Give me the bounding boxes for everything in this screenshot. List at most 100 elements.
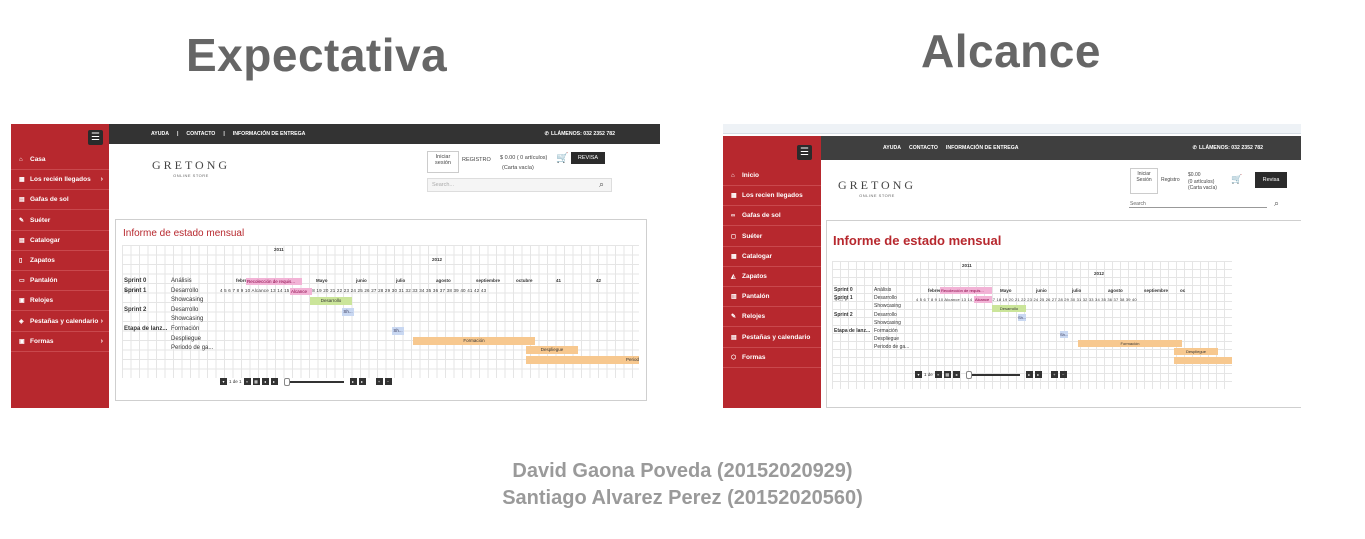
sidebar-item-4[interactable]: ▤ Catalogar [11, 231, 109, 251]
zoom-out-button[interactable]: ▸ [1034, 371, 1042, 378]
cart-icon[interactable]: 🛒 [1231, 174, 1242, 185]
sidebar-item-label: Pantalón [742, 293, 770, 301]
sidebar-item-0[interactable]: ⌂ Casa [11, 150, 109, 170]
login-button[interactable]: Iniciar sesión [427, 151, 459, 173]
gantt-bar-desarrollo[interactable]: Desarrollo [992, 305, 1026, 312]
register-link[interactable]: REGISTRO [462, 157, 491, 163]
grid-icon: ▦ [731, 253, 737, 260]
gantt-bar-formacion[interactable]: Formación [1078, 340, 1182, 347]
month-label: septiembre [1144, 288, 1169, 293]
sidebar-item-label: Zapatos [742, 273, 767, 280]
prev-button[interactable]: ◂ [261, 378, 269, 385]
gantt-task-label: Análisis [171, 278, 192, 284]
sidebar-item-5[interactable]: ▯ Zapatos [11, 251, 109, 271]
sidebar-item-label: Relojes [742, 313, 766, 321]
chevron-right-icon: › [100, 337, 103, 345]
gantt-bar-showcasing[interactable]: Sh... [342, 308, 354, 316]
gantt-bar-periodo[interactable] [1174, 357, 1232, 364]
hamburger-icon[interactable]: ☰ [88, 130, 103, 145]
gantt-bar-showcasing[interactable]: Sh... [1018, 314, 1026, 321]
image-icon: ▣ [19, 338, 25, 345]
sidebar-item-label: Suéter [742, 232, 763, 240]
top-bar: AYUDA CONTACTO INFORMACIÓN DE ENTREGA ✆ L… [821, 136, 1301, 160]
sidebar-item-1[interactable]: ▦ Los recien llegados [723, 186, 821, 207]
sidebar-item-4[interactable]: ▦ Catalogar [723, 247, 821, 267]
sidebar-item-8[interactable]: ◈ Pestañas y calendario › [11, 312, 109, 332]
gantt-bar-alcance[interactable]: Alcance [974, 296, 992, 303]
gantt-pager: ▾ 1 de 1 « ▦ ◂ ▸ ▸ ▸ + − [220, 377, 392, 386]
gantt-bar-showcasing-2[interactable]: Sh... [392, 327, 404, 335]
gantt-bar-recoleccion[interactable]: Recolección de requis... [246, 278, 302, 285]
login-button[interactable]: Iniciar Sesión [1130, 168, 1158, 194]
sidebar-item-2[interactable]: ∞ Gafas de sol [723, 206, 821, 227]
chevron-down-icon[interactable]: ▾ [915, 371, 922, 378]
add-button[interactable]: + [375, 378, 383, 385]
remove-button[interactable]: − [384, 378, 392, 385]
sidebar-item-9[interactable]: ⬡ Formas [723, 348, 821, 368]
sidebar-item-label: Suéter [30, 216, 51, 224]
slider-handle[interactable] [283, 377, 290, 386]
next-button[interactable]: ▸ [270, 378, 278, 385]
revisa-button[interactable]: REVISA [571, 152, 605, 164]
help-link[interactable]: AYUDA [151, 131, 169, 137]
sidebar-item-6[interactable]: ▥ Pantalón [723, 287, 821, 308]
document-icon: ▤ [19, 197, 25, 204]
gantt-bar-desarrollo[interactable]: Desarrollo [310, 297, 352, 305]
search-icon[interactable]: ⌕ [1274, 198, 1279, 209]
sidebar-item-9[interactable]: ▣ Formas › [11, 332, 109, 352]
hamburger-icon[interactable]: ☰ [797, 145, 812, 160]
delivery-info-link[interactable]: INFORMACIÓN DE ENTREGA [233, 131, 306, 137]
sidebar-item-7[interactable]: ▣ Relojes [11, 291, 109, 312]
first-page-button[interactable]: « [934, 371, 942, 378]
sidebar-item-0[interactable]: ⌂ Inicio [723, 166, 821, 186]
gantt-bar-despliegue[interactable]: Despliegue [526, 346, 578, 354]
zoom-slider[interactable] [283, 377, 344, 386]
first-page-button[interactable]: « [243, 378, 251, 385]
contact-link[interactable]: CONTACTO [909, 145, 938, 151]
search-input[interactable]: Search [1129, 200, 1267, 208]
cart-total[interactable]: $0.00 [1188, 172, 1201, 178]
sidebar-item-7[interactable]: ✎ Relojes [723, 307, 821, 328]
search-icon[interactable]: ⌕ [599, 179, 604, 190]
sidebar-item-3[interactable]: ◻ Suéter [723, 227, 821, 247]
gantt-group-label: Sprint 2 [834, 311, 853, 318]
zoom-slider[interactable] [965, 370, 1020, 379]
slider-handle[interactable] [965, 370, 972, 379]
zoom-in-button[interactable]: ▸ [1025, 371, 1033, 378]
gantt-bar-despliegue[interactable]: Despliegue [1174, 348, 1218, 355]
month-label: septiembre [476, 278, 501, 283]
sidebar-item-1[interactable]: ▦ Los recién llegados › [11, 170, 109, 191]
sidebar-item-2[interactable]: ▤ Gafas de sol [11, 190, 109, 211]
image-icon: ▣ [19, 298, 25, 305]
home-icon: ⌂ [19, 156, 23, 163]
sidebar-item-6[interactable]: ▭ Pantalón [11, 271, 109, 292]
zoom-out-button[interactable]: ▸ [358, 378, 366, 385]
prev-button[interactable]: ◂ [952, 371, 960, 378]
logo[interactable]: GRETONG ONLINE STORE [827, 178, 927, 198]
phone-icon: ✆ [1192, 145, 1197, 151]
search-input[interactable]: Search... [427, 178, 612, 192]
contact-link[interactable]: CONTACTO [186, 131, 215, 137]
sidebar-item-8[interactable]: ▤ Pestañas y calendario [723, 328, 821, 348]
add-button[interactable]: + [1050, 371, 1058, 378]
revisa-button[interactable]: Revisa [1255, 172, 1287, 188]
help-link[interactable]: AYUDA [883, 145, 901, 151]
cart-summary[interactable]: $ 0.00 ( 0 artículos) [500, 155, 547, 161]
zoom-in-button[interactable]: ▸ [349, 378, 357, 385]
gantt-bar-showcasing-2[interactable]: Sh... [1060, 331, 1068, 338]
gantt-bar-recoleccion[interactable]: Recolección de requis... [940, 287, 992, 294]
sidebar-item-5[interactable]: ◭ Zapatos [723, 267, 821, 287]
gantt-bar-periodo[interactable]: Period [526, 356, 639, 364]
register-link[interactable]: Registro [1161, 177, 1180, 183]
grid-icon[interactable]: ▦ [943, 371, 951, 378]
gantt-bar-alcance[interactable]: Alcance [290, 288, 312, 295]
remove-button[interactable]: − [1059, 371, 1067, 378]
gantt-bar-formacion[interactable]: Formación [413, 337, 535, 345]
day-header: 4 5 6 7 8 9 10 Alcance 13 14 15 dieci 17… [916, 297, 1137, 302]
grid-icon[interactable]: ▦ [252, 378, 260, 385]
cart-icon[interactable]: 🛒 [556, 153, 568, 164]
logo[interactable]: GRETONG ONLINE STORE [141, 158, 241, 178]
delivery-info-link[interactable]: INFORMACIÓN DE ENTREGA [946, 145, 1019, 151]
chevron-down-icon[interactable]: ▾ [220, 378, 227, 385]
sidebar-item-3[interactable]: ✎ Suéter [11, 211, 109, 231]
